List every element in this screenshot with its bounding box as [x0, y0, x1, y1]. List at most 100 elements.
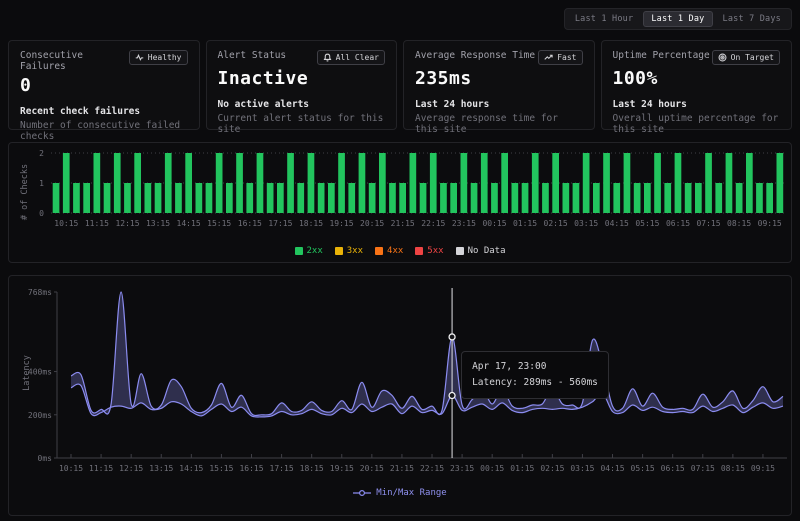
latency-tooltip: Apr 17, 23:00 Latency: 289ms - 560ms: [461, 351, 609, 399]
legend-swatch: [456, 247, 464, 255]
svg-text:11:15: 11:15: [85, 219, 109, 228]
latency-legend: Min/Max Range: [11, 488, 789, 498]
svg-text:01:15: 01:15: [513, 219, 537, 228]
stat-cards: Consecutive Failures Healthy 0 Recent ch…: [8, 40, 792, 130]
card-title: Alert Status: [218, 50, 287, 61]
legend-item-4xx[interactable]: 4xx: [375, 246, 403, 256]
svg-text:10:15: 10:15: [54, 219, 78, 228]
latency-legend-label: Min/Max Range: [376, 488, 446, 498]
svg-text:06:15: 06:15: [661, 464, 685, 473]
svg-text:0: 0: [39, 209, 44, 218]
svg-text:04:15: 04:15: [605, 219, 629, 228]
svg-text:15:15: 15:15: [207, 219, 231, 228]
svg-text:04:15: 04:15: [600, 464, 624, 473]
target-icon: [718, 53, 727, 62]
svg-text:08:15: 08:15: [721, 464, 745, 473]
card-average-response-time: Average Response Time Fast 235ms Last 24…: [403, 40, 595, 130]
on-target-badge: On Target: [712, 50, 780, 65]
svg-text:03:15: 03:15: [574, 219, 598, 228]
svg-text:17:15: 17:15: [270, 464, 294, 473]
badge-label: Fast: [557, 53, 576, 62]
fast-badge: Fast: [538, 50, 582, 65]
legend-swatch: [335, 247, 343, 255]
legend-item-no-data[interactable]: No Data: [456, 246, 506, 256]
latency-line-chart[interactable]: 0ms 200ms 400ms 768ms 10:15 11:15 12:15 13:15 14…: [17, 280, 789, 486]
tooltip-value: Latency: 289ms - 560ms: [472, 375, 598, 391]
legend-label: 4xx: [387, 246, 403, 256]
svg-text:19:15: 19:15: [330, 464, 354, 473]
svg-text:1: 1: [39, 179, 44, 188]
svg-text:21:15: 21:15: [390, 464, 414, 473]
card-subtitle: Recent check failures: [20, 106, 188, 117]
legend-label: 3xx: [347, 246, 363, 256]
svg-text:06:15: 06:15: [666, 219, 690, 228]
checks-legend: 2xx 3xx 4xx 5xx No Data: [11, 246, 789, 256]
svg-text:00:15: 00:15: [480, 464, 504, 473]
healthy-badge: Healthy: [129, 50, 188, 65]
legend-item-3xx[interactable]: 3xx: [335, 246, 363, 256]
svg-text:01:15: 01:15: [510, 464, 534, 473]
top-bar: Last 1 Hour Last 1 Day Last 7 Days: [0, 0, 800, 30]
legend-swatch: [415, 247, 423, 255]
time-range-last-1-hour[interactable]: Last 1 Hour: [567, 11, 642, 27]
time-range-last-1-day[interactable]: Last 1 Day: [643, 11, 712, 27]
svg-text:16:15: 16:15: [238, 219, 262, 228]
card-value: 0: [20, 75, 188, 96]
card-value: 100%: [613, 68, 781, 89]
badge-label: On Target: [731, 53, 774, 62]
legend-item-5xx[interactable]: 5xx: [415, 246, 443, 256]
badge-label: All Clear: [336, 53, 379, 62]
svg-text:20:15: 20:15: [360, 464, 384, 473]
badge-label: Healthy: [148, 53, 182, 62]
svg-text:05:15: 05:15: [635, 219, 659, 228]
svg-text:03:15: 03:15: [570, 464, 594, 473]
svg-text:10:15: 10:15: [59, 464, 83, 473]
svg-text:200ms: 200ms: [28, 411, 52, 420]
card-description: Number of consecutive failed checks: [20, 120, 188, 142]
svg-text:02:15: 02:15: [544, 219, 568, 228]
svg-text:2: 2: [39, 149, 44, 158]
card-title: Uptime Percentage: [613, 50, 710, 61]
svg-text:18:15: 18:15: [300, 464, 324, 473]
card-value: 235ms: [415, 68, 583, 89]
latency-chart-panel: Latency 0ms200ms400ms768ms10:1511:1512:1…: [8, 275, 792, 516]
svg-text:0ms: 0ms: [38, 454, 53, 463]
svg-text:18:15: 18:15: [299, 219, 323, 228]
svg-text:00:15: 00:15: [482, 219, 506, 228]
legend-label: 5xx: [427, 246, 443, 256]
legend-item-2xx[interactable]: 2xx: [295, 246, 323, 256]
legend-swatch: [375, 247, 383, 255]
card-description: Current alert status for this site: [218, 113, 386, 135]
svg-text:05:15: 05:15: [631, 464, 655, 473]
minmax-line-icon: [353, 488, 371, 498]
svg-text:09:15: 09:15: [758, 219, 782, 228]
svg-text:15:15: 15:15: [209, 464, 233, 473]
svg-text:400ms: 400ms: [28, 368, 52, 377]
svg-text:14:15: 14:15: [179, 464, 203, 473]
svg-text:13:15: 13:15: [149, 464, 173, 473]
checks-bar-chart[interactable]: 01210:1511:1512:1513:1514:1515:1516:1517…: [17, 147, 789, 245]
svg-text:23:15: 23:15: [450, 464, 474, 473]
svg-text:22:15: 22:15: [421, 219, 445, 228]
svg-text:07:15: 07:15: [691, 464, 715, 473]
card-title: Average Response Time: [415, 50, 535, 61]
card-subtitle: Last 24 hours: [415, 99, 583, 110]
card-title: Consecutive Failures: [20, 50, 129, 72]
svg-text:02:15: 02:15: [540, 464, 564, 473]
svg-text:19:15: 19:15: [329, 219, 353, 228]
time-range-selector: Last 1 Hour Last 1 Day Last 7 Days: [564, 8, 792, 30]
svg-text:13:15: 13:15: [146, 219, 170, 228]
legend-swatch: [295, 247, 303, 255]
time-range-last-7-days[interactable]: Last 7 Days: [715, 11, 790, 27]
trending-up-icon: [544, 53, 553, 62]
bell-icon: [323, 53, 332, 62]
svg-text:14:15: 14:15: [177, 219, 201, 228]
svg-text:12:15: 12:15: [119, 464, 143, 473]
pulse-icon: [135, 53, 144, 62]
svg-text:17:15: 17:15: [268, 219, 292, 228]
svg-text:11:15: 11:15: [89, 464, 113, 473]
card-subtitle: No active alerts: [218, 99, 386, 110]
svg-text:16:15: 16:15: [239, 464, 263, 473]
svg-text:768ms: 768ms: [28, 288, 52, 297]
all-clear-badge: All Clear: [317, 50, 385, 65]
